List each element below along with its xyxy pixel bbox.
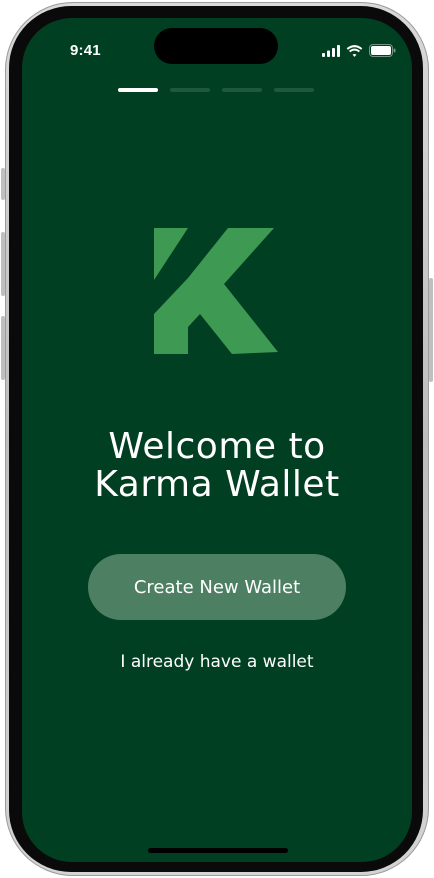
dynamic-island xyxy=(154,28,278,64)
page-indicator-2 xyxy=(170,88,210,92)
status-time: 9:41 xyxy=(70,42,101,59)
power-button xyxy=(429,278,433,382)
create-new-wallet-button[interactable]: Create New Wallet xyxy=(88,554,346,620)
karma-k-logo-icon xyxy=(154,228,278,354)
welcome-title: Welcome to Karma Wallet xyxy=(22,428,412,504)
home-indicator[interactable] xyxy=(148,848,288,853)
page-indicator-4 xyxy=(274,88,314,92)
existing-wallet-link[interactable]: I already have a wallet xyxy=(22,652,412,672)
volume-down-button xyxy=(1,316,5,380)
wifi-icon xyxy=(346,44,363,57)
welcome-title-line-2: Karma Wallet xyxy=(94,464,340,505)
battery-icon xyxy=(369,44,396,57)
onboarding-page-indicators xyxy=(118,88,314,92)
action-button xyxy=(1,168,5,200)
status-icons xyxy=(322,44,396,57)
cellular-signal-icon xyxy=(322,44,340,57)
page-indicator-1 xyxy=(118,88,158,92)
page-indicator-3 xyxy=(222,88,262,92)
welcome-title-line-1: Welcome to xyxy=(108,426,326,467)
volume-up-button xyxy=(1,232,5,296)
app-screen: 9:41 Welcome to Karma Wallet Create New … xyxy=(22,18,412,862)
